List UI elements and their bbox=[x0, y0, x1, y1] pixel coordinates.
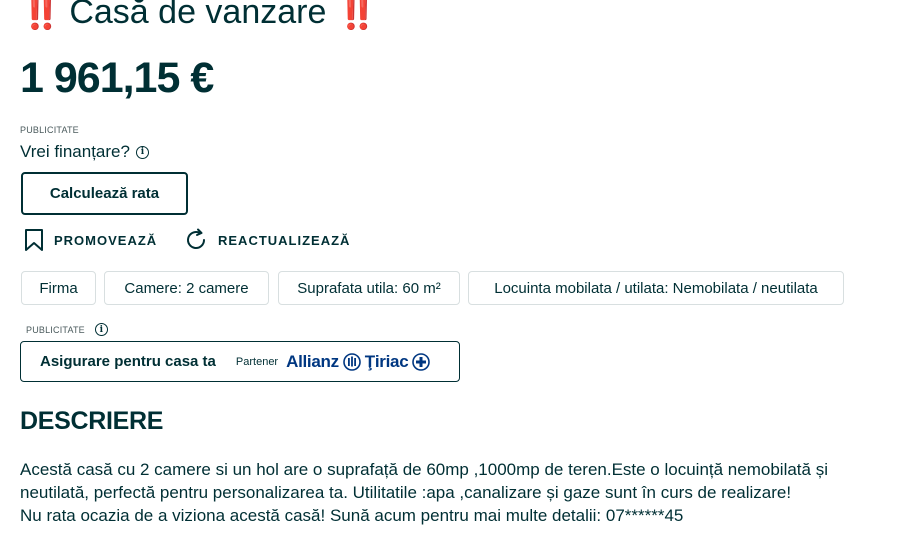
allianz-eagle-icon bbox=[342, 352, 361, 371]
insurance-label: Asigurare pentru casa ta bbox=[40, 353, 216, 370]
allianz-text: Allianz bbox=[286, 351, 339, 371]
finance-question: Vrei finanțare? i bbox=[20, 142, 149, 162]
insurance-ad-header: PUBLICITATE i bbox=[26, 323, 108, 336]
promote-action[interactable]: PROMOVEAZĂ bbox=[24, 228, 157, 252]
description-body: Acestă casă cu 2 camere si un hol are o … bbox=[20, 458, 890, 527]
info-icon[interactable]: i bbox=[135, 145, 149, 159]
calculate-rate-button[interactable]: Calculează rata bbox=[21, 172, 188, 215]
tiriac-text: Ţiriac bbox=[364, 351, 409, 371]
description-line: Acestă casă cu 2 camere si un hol are o … bbox=[20, 460, 828, 479]
finance-question-text: Vrei finanțare? bbox=[20, 142, 130, 161]
info-icon[interactable]: i bbox=[94, 323, 108, 336]
description-heading: DESCRIERE bbox=[20, 407, 164, 435]
listing-title-text: Casă de vanzare bbox=[69, 0, 327, 31]
listing-title: ‼️ Casă de vanzare ‼️ bbox=[20, 0, 379, 32]
refresh-label: REACTUALIZEAZĂ bbox=[218, 232, 351, 248]
refresh-action[interactable]: REACTUALIZEAZĂ bbox=[184, 228, 350, 252]
partner-label: Partener bbox=[235, 355, 279, 368]
description-line: Nu rata ocazia de a viziona acestă casă!… bbox=[20, 506, 684, 525]
tag-seller-type: Firma bbox=[21, 271, 96, 305]
listing-price: 1 961,15 € bbox=[20, 54, 214, 102]
partner-logo: Allianz Ţiriac bbox=[286, 351, 431, 372]
tag-area: Suprafata utila: 60 m² bbox=[278, 271, 460, 305]
bookmark-icon bbox=[25, 229, 43, 251]
double-exclamation-icon: ‼️ bbox=[20, 0, 62, 31]
tag-rooms: Camere: 2 camere bbox=[104, 271, 269, 305]
tiriac-cross-icon bbox=[412, 352, 431, 371]
tag-furnished: Locuinta mobilata / utilata: Nemobilata … bbox=[468, 271, 844, 305]
ad-label: PUBLICITATE bbox=[26, 324, 85, 335]
insurance-banner[interactable]: Asigurare pentru casa ta Partener Allian… bbox=[20, 341, 460, 382]
description-line: neutilată, perfectă pentru personalizare… bbox=[20, 483, 792, 502]
double-exclamation-icon: ‼️ bbox=[336, 0, 378, 31]
ad-label: PUBLICITATE bbox=[20, 125, 79, 135]
promote-label: PROMOVEAZĂ bbox=[54, 232, 158, 248]
refresh-icon bbox=[187, 228, 205, 249]
